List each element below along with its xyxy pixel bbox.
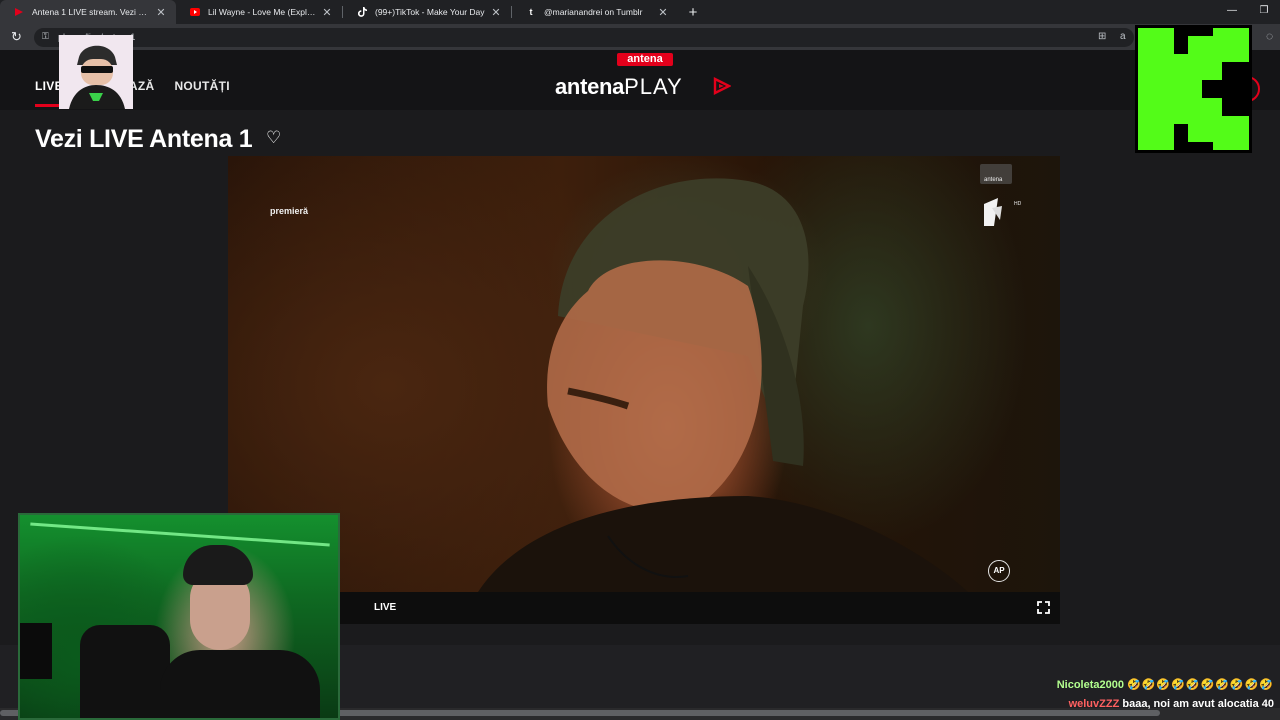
antena-play-logo[interactable]: antenaPLAY — [555, 74, 683, 100]
browser-tab-bar: Antena 1 LIVE stream. Vezi online ✕ Lil … — [0, 0, 1280, 24]
player-controls: LIVE — [228, 592, 1060, 624]
browser-tab[interactable]: t @marianandrei on Tumblr ✕ — [512, 0, 678, 24]
tumblr-icon: t — [529, 7, 533, 17]
ap-rating-badge: AP — [988, 560, 1010, 582]
active-nav-indicator — [35, 104, 59, 107]
streamer-shirt — [160, 650, 320, 718]
webcam-monitor — [20, 623, 52, 679]
read-aloud-icon[interactable]: a — [1120, 31, 1126, 42]
video-player[interactable]: premieră antena HD AP LIVE — [228, 156, 1060, 624]
chat-text: baaa, noi am avut alocatia 40 — [1122, 698, 1274, 710]
tab-title: Antena 1 LIVE stream. Vezi online — [32, 7, 150, 17]
chat-username: weluvZZZ — [1068, 698, 1120, 710]
antena1-channel-logo — [980, 164, 1012, 226]
close-tab-icon[interactable]: ✕ — [320, 6, 334, 19]
video-scene — [478, 178, 968, 592]
chat-username: Nicoleta2000 — [1056, 679, 1124, 691]
chat-message: weluvZZZ baaa, noi am avut alocatia 40 — [1069, 698, 1274, 710]
brand-play: PLAY — [624, 74, 683, 99]
install-app-icon[interactable]: ⊞ — [1098, 31, 1106, 42]
kick-logo — [1135, 25, 1252, 153]
led-strip — [30, 522, 330, 547]
tiktok-icon — [357, 7, 367, 17]
favorite-heart-icon[interactable]: ♡ — [266, 128, 281, 148]
window-controls: — ❐ — [1216, 0, 1280, 24]
close-tab-icon[interactable]: ✕ — [489, 6, 503, 19]
new-tab-button[interactable]: + — [682, 0, 704, 24]
browser-tab[interactable]: Antena 1 LIVE stream. Vezi online ✕ — [0, 0, 176, 24]
tab-title: @marianandrei on Tumblr — [544, 7, 643, 17]
premiere-label: premieră — [270, 206, 309, 216]
fullscreen-icon[interactable] — [1037, 601, 1050, 614]
close-tab-icon[interactable]: ✕ — [656, 6, 670, 19]
video-frame[interactable]: premieră antena HD AP — [228, 156, 1060, 592]
antena-badge: antena — [617, 53, 673, 66]
antena-play-mark-icon — [713, 77, 731, 95]
streamer-hair — [183, 545, 253, 585]
restore-icon[interactable]: ❐ — [1248, 0, 1280, 24]
site-header: LIVE AZĂ NOUTĂȚI antena antenaPLAY — [0, 50, 1280, 110]
profile-icon[interactable]: ◌ — [1266, 29, 1273, 43]
browser-tab[interactable]: (99+)TikTok - Make Your Day ✕ — [343, 0, 511, 24]
close-tab-icon[interactable]: ✕ — [154, 6, 168, 19]
site-info-icon[interactable]: ⚿ — [42, 31, 49, 42]
antena-play-icon — [14, 7, 24, 17]
channel-badge-text: antena — [984, 177, 1003, 183]
address-bar[interactable]: ⚿ play.ro/live/antena1 ⊞ a — [34, 28, 1134, 47]
tab-title: (99+)TikTok - Make Your Day — [375, 7, 485, 17]
live-indicator: LIVE — [374, 602, 397, 613]
browser-toolbar: ↻ ⚿ play.ro/live/antena1 ⊞ a ◌ — [0, 24, 1280, 50]
streamer-avatar — [59, 35, 133, 109]
page-title: Vezi LIVE Antena 1 — [35, 125, 253, 153]
chat-message: Nicoleta2000 🤣🤣🤣🤣🤣🤣🤣🤣🤣🤣 — [1057, 678, 1274, 691]
tab-title: Lil Wayne - Love Me (Explicit Vers — [208, 7, 316, 17]
nav-item-noutati[interactable]: NOUTĂȚI — [174, 79, 229, 93]
minimize-icon[interactable]: — — [1216, 0, 1248, 24]
channel-hd-text: HD — [1014, 201, 1022, 207]
chat-text: 🤣🤣🤣🤣🤣🤣🤣🤣🤣🤣 — [1127, 679, 1274, 691]
reload-icon[interactable]: ↻ — [11, 29, 22, 45]
brand-name: antena — [555, 74, 625, 99]
browser-tab[interactable]: Lil Wayne - Love Me (Explicit Vers ✕ — [176, 0, 342, 24]
gaming-chair — [80, 625, 170, 718]
youtube-icon — [190, 7, 200, 17]
streamer-webcam — [18, 513, 340, 720]
stream-chat: Nicoleta2000 🤣🤣🤣🤣🤣🤣🤣🤣🤣🤣 weluvZZZ baaa, n… — [1030, 677, 1280, 717]
